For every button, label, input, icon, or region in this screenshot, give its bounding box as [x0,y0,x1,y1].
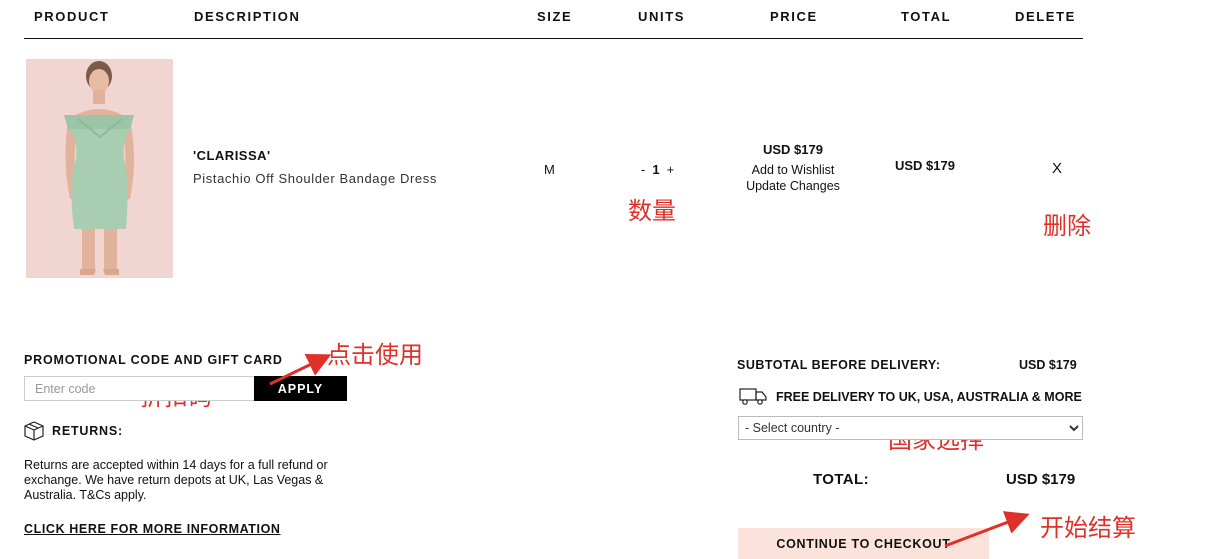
box-icon [23,421,45,441]
unit-price: USD $179 [763,142,823,157]
delete-item-button[interactable]: X [1052,160,1062,177]
subtotal-label: SUBTOTAL BEFORE DELIVERY: [737,358,941,372]
annotation-click-use: 点击使用 [327,341,423,369]
column-header-price: PRICE [770,9,818,24]
returns-text: Returns are accepted within 14 days for … [24,458,328,502]
quantity-increase-button[interactable]: + [667,162,675,177]
line-total: USD $179 [895,158,955,173]
annotation-delete: 删除 [1043,212,1091,240]
column-header-product: PRODUCT [34,9,110,24]
promo-code-input[interactable] [24,376,254,401]
column-header-units: UNITS [638,9,685,24]
annotation-start-checkout: 开始结算 [1040,514,1136,542]
column-header-delete: DELETE [1015,9,1076,24]
total-label: TOTAL: [813,471,869,488]
product-description: Pistachio Off Shoulder Bandage Dress [193,171,437,186]
product-name[interactable]: 'CLARISSA' [193,148,271,163]
subtotal-value: USD $179 [1019,358,1077,372]
checkout-button[interactable]: CONTINUE TO CHECKOUT [738,528,989,559]
quantity-decrease-button[interactable]: - [641,162,645,177]
header-divider [24,38,1083,39]
total-value: USD $179 [1006,471,1076,488]
country-select[interactable]: - Select country - [738,416,1083,440]
promo-title: PROMOTIONAL CODE AND GIFT CARD [24,353,283,367]
column-header-description: DESCRIPTION [194,9,301,24]
apply-button[interactable]: APPLY [254,376,347,401]
quantity-value: 1 [652,162,660,177]
add-to-wishlist-link[interactable]: Add to Wishlist [730,162,856,178]
more-information-link[interactable]: CLICK HERE FOR MORE INFORMATION [24,522,281,536]
truck-icon [739,387,767,405]
free-delivery-text: FREE DELIVERY TO UK, USA, AUSTRALIA & MO… [776,390,1082,404]
price-cell: USD $179 Add to Wishlist Update Changes [730,142,856,194]
product-image[interactable] [26,59,173,278]
update-changes-link[interactable]: Update Changes [730,178,856,194]
returns-title: RETURNS: [52,424,123,438]
column-header-total: TOTAL [901,9,952,24]
annotation-quantity: 数量 [628,197,676,225]
quantity-stepper: - 1 + [641,162,674,177]
product-size: M [544,162,555,177]
column-header-size: SIZE [537,9,573,24]
